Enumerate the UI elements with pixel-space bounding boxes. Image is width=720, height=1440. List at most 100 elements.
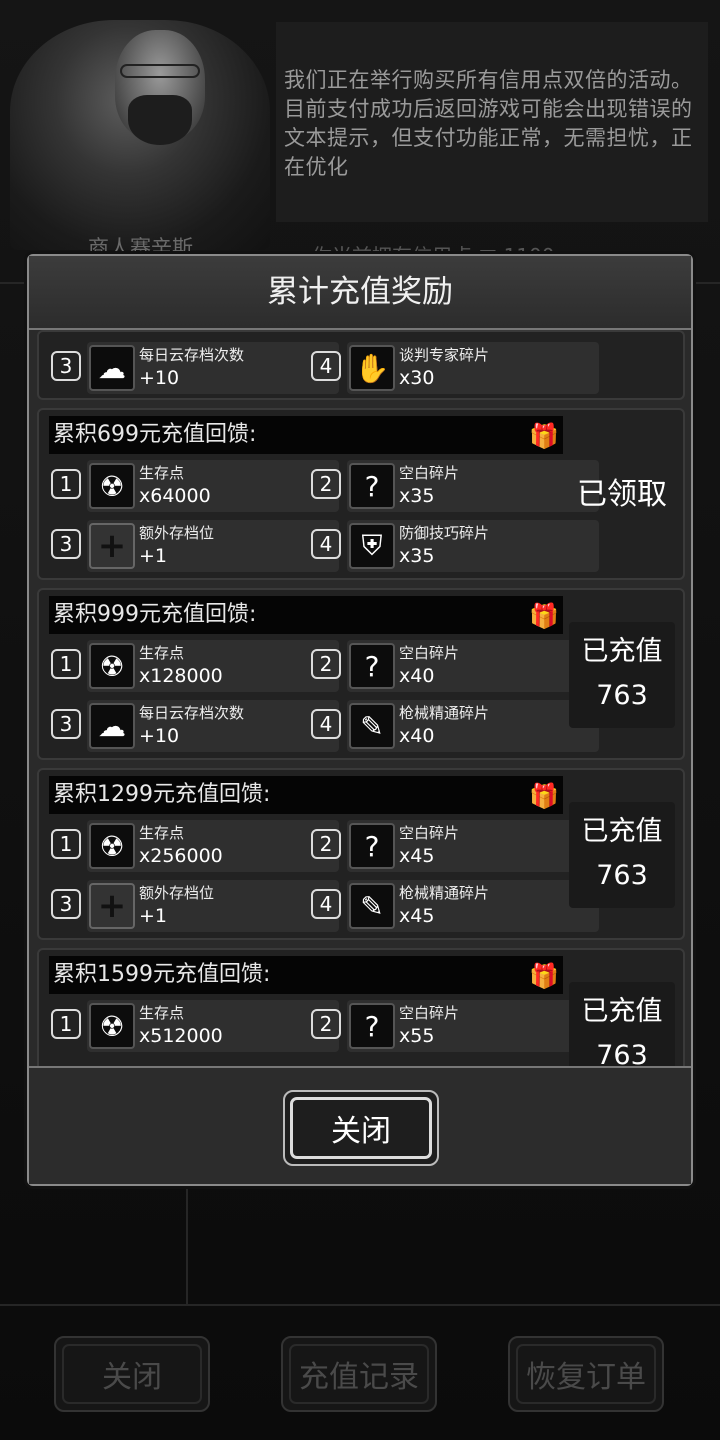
- bg-close-label: 关闭: [102, 1360, 162, 1395]
- recharge-history-label: 充值记录: [299, 1360, 419, 1395]
- cloud-save-icon: ☁: [89, 703, 135, 749]
- bg-close-button[interactable]: 关闭: [54, 1336, 210, 1412]
- puzzle-blank-icon: ?: [349, 643, 395, 689]
- gift-icon[interactable]: 🎁: [529, 779, 559, 813]
- reward-amount: x512000: [139, 1025, 223, 1047]
- reward-index: 3: [51, 709, 81, 739]
- reward-item: 3 + 额外存档位 +1: [51, 520, 339, 572]
- close-button[interactable]: 关闭: [283, 1090, 439, 1166]
- reward-item: 1 ☢ 生存点 x128000: [51, 640, 339, 692]
- gift-icon[interactable]: 🎁: [529, 959, 559, 993]
- reward-index: 2: [311, 829, 341, 859]
- reward-amount: +1: [139, 905, 168, 927]
- merchant-glasses: [120, 64, 200, 78]
- tier-title: 累积999元充值回馈:: [53, 602, 257, 627]
- reward-item: 4 ✎ 枪械精通碎片 x45: [311, 880, 599, 932]
- reward-tier: 累积999元充值回馈: 🎁 1 ☢ 生存点 x128000 2? 空白碎片 x40 3 ☁ 每日云存档…: [37, 588, 685, 760]
- reward-index: 2: [311, 469, 341, 499]
- radiation-icon: ☢: [89, 1003, 135, 1049]
- tier-title: 累积1299元充值回馈:: [53, 782, 271, 807]
- reward-index: 1: [51, 469, 81, 499]
- reward-amount: x35: [399, 545, 435, 567]
- reward-item: 3 + 额外存档位 +1: [51, 880, 339, 932]
- reward-item: 1 ☢ 生存点 x512000: [51, 1000, 339, 1052]
- reward-name: 谈判专家碎片: [399, 346, 490, 364]
- reward-name: 生存点: [139, 1004, 185, 1022]
- cloud-save-icon: ☁: [89, 345, 135, 391]
- reward-index: 1: [51, 649, 81, 679]
- tier-title: 累积1599元充值回馈:: [53, 962, 271, 987]
- reward-amount: x30: [399, 367, 435, 389]
- announcement-text: 我们正在举行购买所有信用点双倍的活动。目前支付成功后返回游戏可能会出现错误的文本…: [276, 22, 708, 222]
- recharged-status: 已充值 763: [569, 802, 675, 908]
- reward-index: 3: [51, 351, 81, 381]
- radiation-icon: ☢: [89, 463, 135, 509]
- puzzle-blank-icon: ?: [349, 463, 395, 509]
- dialog-footer: 关闭: [29, 1066, 691, 1184]
- reward-name: 空白碎片: [399, 824, 460, 842]
- reward-name: 生存点: [139, 824, 185, 842]
- reward-amount: +10: [139, 367, 180, 389]
- recharge-reward-dialog: 累计充值奖励 3 ☁ 每日云存档次数 +10 4 ✋ 谈判专家碎片 x30 累积699元充值回馈…: [27, 254, 693, 1186]
- reward-item: 4 ⛨ 防御技巧碎片 x35: [311, 520, 599, 572]
- reward-amount: x256000: [139, 845, 223, 867]
- reward-name: 每日云存档次数: [139, 346, 245, 364]
- reward-index: 3: [51, 889, 81, 919]
- recharged-status: 已充值 763: [569, 982, 675, 1066]
- reward-amount: x128000: [139, 665, 223, 687]
- gift-icon[interactable]: 🎁: [529, 419, 559, 453]
- reward-tier: 累积699元充值回馈: 🎁 1 ☢ 生存点 x64000 2? 空白碎片 x35 3 + 额外存档位 +…: [37, 408, 685, 580]
- restore-order-label: 恢复订单: [526, 1360, 646, 1395]
- reward-item: 1 ☢ 生存点 x256000: [51, 820, 339, 872]
- reward-name: 枪械精通碎片: [399, 704, 490, 722]
- save-slot-plus-icon: +: [89, 523, 135, 569]
- reward-index: 2: [311, 649, 341, 679]
- tier-title-bar: 累积999元充值回馈: 🎁: [49, 596, 563, 634]
- gift-icon[interactable]: 🎁: [529, 599, 559, 633]
- reward-amount: +10: [139, 725, 180, 747]
- reward-amount: x45: [399, 905, 435, 927]
- reward-index: 4: [311, 709, 341, 739]
- close-button-label: 关闭: [331, 1114, 391, 1149]
- reward-name: 空白碎片: [399, 464, 460, 482]
- reward-name: 防御技巧碎片: [399, 524, 490, 542]
- reward-name: 生存点: [139, 644, 185, 662]
- reward-item: 4 ✎ 枪械精通碎片 x40: [311, 700, 599, 752]
- reward-item: 3 ☁ 每日云存档次数 +10: [51, 700, 339, 752]
- reward-name: 额外存档位: [139, 524, 215, 542]
- reward-name: 空白碎片: [399, 644, 460, 662]
- reward-tier: 累积1299元充值回馈: 🎁 1 ☢ 生存点 x256000 2? 空白碎片 x45 3 + 额外存档…: [37, 768, 685, 940]
- reward-item: 2? 空白碎片 x55: [311, 1000, 599, 1052]
- restore-order-button[interactable]: 恢复订单: [508, 1336, 664, 1412]
- claimed-status: 已领取: [565, 442, 679, 548]
- radiation-icon: ☢: [89, 643, 135, 689]
- recharged-amount: 763: [596, 1040, 648, 1066]
- puzzle-negotiation-icon: ✋: [349, 345, 395, 391]
- reward-item: 2? 空白碎片 x40: [311, 640, 599, 692]
- reward-item: 2? 空白碎片 x45: [311, 820, 599, 872]
- status-label: 已充值: [581, 636, 663, 667]
- reward-name: 生存点: [139, 464, 185, 482]
- recharge-history-button[interactable]: 充值记录: [281, 1336, 437, 1412]
- tier-title-bar: 累积1299元充值回馈: 🎁: [49, 776, 563, 814]
- status-label: 已充值: [581, 816, 663, 847]
- reward-amount: +1: [139, 545, 168, 567]
- reward-item: 1 ☢ 生存点 x64000: [51, 460, 339, 512]
- merchant-beard: [128, 95, 192, 145]
- reward-tier-list-content: 3 ☁ 每日云存档次数 +10 4 ✋ 谈判专家碎片 x30 累积699元充值回馈: 🎁 1 ☢ 生存点…: [37, 330, 685, 1066]
- reward-index: 1: [51, 829, 81, 859]
- reward-item: 2? 空白碎片 x35: [311, 460, 599, 512]
- status-label: 已领取: [577, 477, 667, 512]
- reward-amount: x45: [399, 845, 435, 867]
- reward-index: 3: [51, 529, 81, 559]
- save-slot-plus-icon: +: [89, 883, 135, 929]
- radiation-icon: ☢: [89, 823, 135, 869]
- reward-amount: x55: [399, 1025, 435, 1047]
- status-label: 已充值: [581, 996, 663, 1027]
- puzzle-blank-icon: ?: [349, 1003, 395, 1049]
- reward-name: 枪械精通碎片: [399, 884, 490, 902]
- reward-index: 4: [311, 529, 341, 559]
- tier-title: 累积699元充值回馈:: [53, 422, 257, 447]
- reward-index: 4: [311, 889, 341, 919]
- reward-tier-list[interactable]: 3 ☁ 每日云存档次数 +10 4 ✋ 谈判专家碎片 x30 累积699元充值回馈: 🎁 1 ☢ 生存点…: [37, 330, 685, 1066]
